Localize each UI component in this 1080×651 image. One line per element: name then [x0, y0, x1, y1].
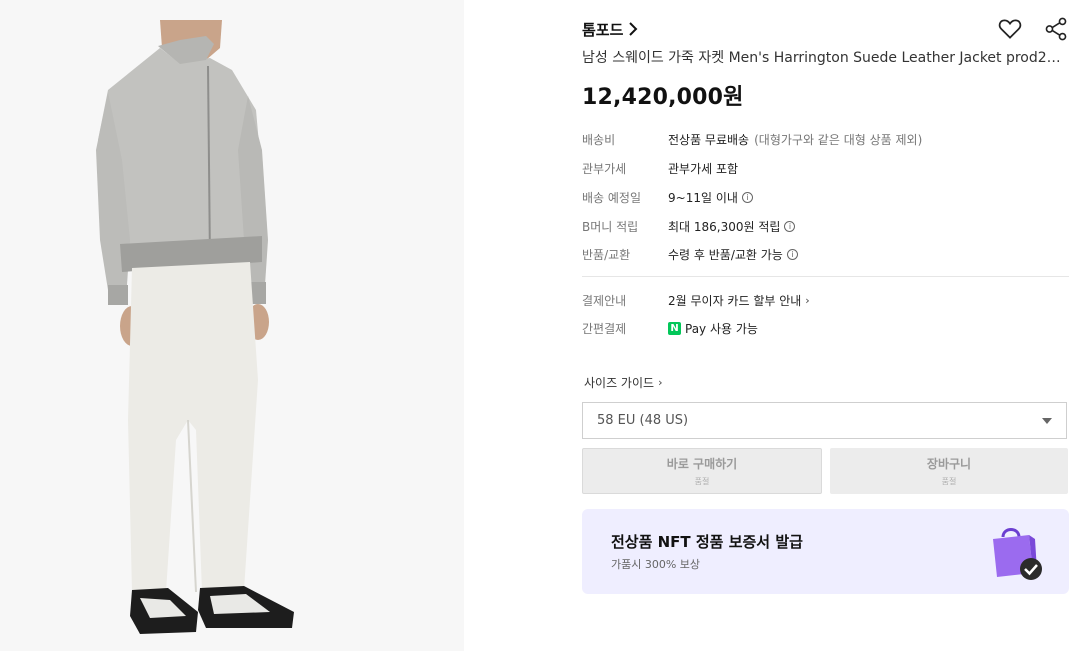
spec-return: 반품/교환 수령 후 반품/교환 가능 i — [582, 246, 798, 263]
payment-guide: 결제안내 2월 무이자 카드 할부 안내 › — [582, 292, 810, 309]
share-icon[interactable] — [1043, 16, 1069, 42]
buy-now-label: 바로 구매하기 — [666, 457, 738, 471]
size-guide-label: 사이즈 가이드 — [584, 376, 655, 390]
size-select[interactable]: 58 EU (48 US) — [582, 402, 1067, 439]
product-photo-illustration — [96, 20, 294, 634]
divider — [582, 276, 1069, 277]
spec-label: 간편결제 — [582, 322, 627, 336]
shipping-fee-note: (대형가구와 같은 대형 상품 제외) — [754, 133, 923, 147]
spec-value: 최대 186,300원 적립 i — [668, 218, 796, 235]
spec-value: 전상품 무료배송 (대형가구와 같은 대형 상품 제외) — [668, 131, 922, 148]
spec-value: 수령 후 반품/교환 가능 i — [668, 246, 798, 263]
spec-label: 관부가세 — [582, 162, 627, 176]
bmoney-value: 최대 186,300원 적립 — [668, 220, 781, 234]
spec-label: 배송 예정일 — [582, 191, 642, 205]
spec-delivery-date: 배송 예정일 9~11일 이내 i — [582, 189, 753, 206]
spec-label: 결제안내 — [582, 294, 627, 308]
spec-duties: 관부가세 관부가세 포함 — [582, 160, 738, 177]
product-image — [0, 0, 464, 651]
shopping-bag-check-icon — [993, 528, 1042, 580]
info-circle-icon[interactable]: i — [741, 192, 753, 203]
product-title: 남성 스웨이드 가죽 자켓 Men's Harrington Suede Lea… — [582, 50, 1069, 66]
spec-shipping-fee: 배송비 전상품 무료배송 (대형가구와 같은 대형 상품 제외) — [582, 131, 922, 148]
spec-bmoney: B머니 적립 최대 186,300원 적립 i — [582, 218, 796, 235]
spec-label: B머니 적립 — [582, 220, 639, 234]
buy-now-status: 품절 — [694, 477, 710, 486]
chevron-right-icon: › — [658, 376, 663, 389]
installment-link[interactable]: 2월 무이자 카드 할부 안내 › — [668, 292, 810, 309]
info-circle-icon[interactable]: i — [784, 221, 796, 232]
brand-link[interactable]: 톰포드 — [582, 17, 638, 41]
chevron-right-icon: › — [805, 294, 810, 307]
top-actions — [997, 16, 1069, 42]
spec-value: 9~11일 이내 i — [668, 189, 753, 206]
easy-pay: 간편결제 N Pay 사용 가능 — [582, 320, 758, 337]
nft-banner-subtitle: 가품시 300% 보상 — [611, 558, 701, 571]
size-selected-value: 58 EU (48 US) — [597, 413, 689, 428]
delivery-date-value: 9~11일 이내 — [668, 191, 738, 205]
add-to-cart-button[interactable]: 장바구니 품절 — [830, 448, 1068, 494]
info-circle-icon[interactable]: i — [786, 249, 798, 260]
npay-info: N Pay 사용 가능 — [668, 320, 758, 337]
npay-text: Pay 사용 가능 — [685, 322, 758, 336]
heart-icon[interactable] — [997, 16, 1023, 42]
chevron-right-icon — [629, 22, 638, 36]
nft-banner-title: 전상품 NFT 정품 보증서 발급 — [611, 533, 803, 551]
buy-now-button[interactable]: 바로 구매하기 품절 — [582, 448, 822, 494]
spec-label: 배송비 — [582, 133, 616, 147]
product-info-panel: 톰포드 남성 스웨이드 가죽 자켓 Men's Harrington Suede… — [582, 0, 1069, 651]
caret-down-icon — [1042, 417, 1052, 424]
product-price: 12,420,000원 — [582, 85, 744, 110]
installment-text: 2월 무이자 카드 할부 안내 — [668, 294, 802, 308]
nft-certificate-banner[interactable]: 전상품 NFT 정품 보증서 발급 가품시 300% 보상 — [582, 509, 1069, 594]
spec-value: 관부가세 포함 — [668, 162, 739, 176]
cart-status: 품절 — [941, 477, 957, 486]
spec-label: 반품/교환 — [582, 248, 631, 262]
cart-label: 장바구니 — [926, 457, 972, 471]
naver-pay-icon: N — [668, 322, 681, 335]
return-value: 수령 후 반품/교환 가능 — [668, 248, 783, 262]
brand-name[interactable]: 톰포드 — [582, 19, 623, 40]
shipping-fee-value: 전상품 무료배송 — [668, 133, 750, 147]
size-guide-link[interactable]: 사이즈 가이드 › — [584, 374, 662, 391]
